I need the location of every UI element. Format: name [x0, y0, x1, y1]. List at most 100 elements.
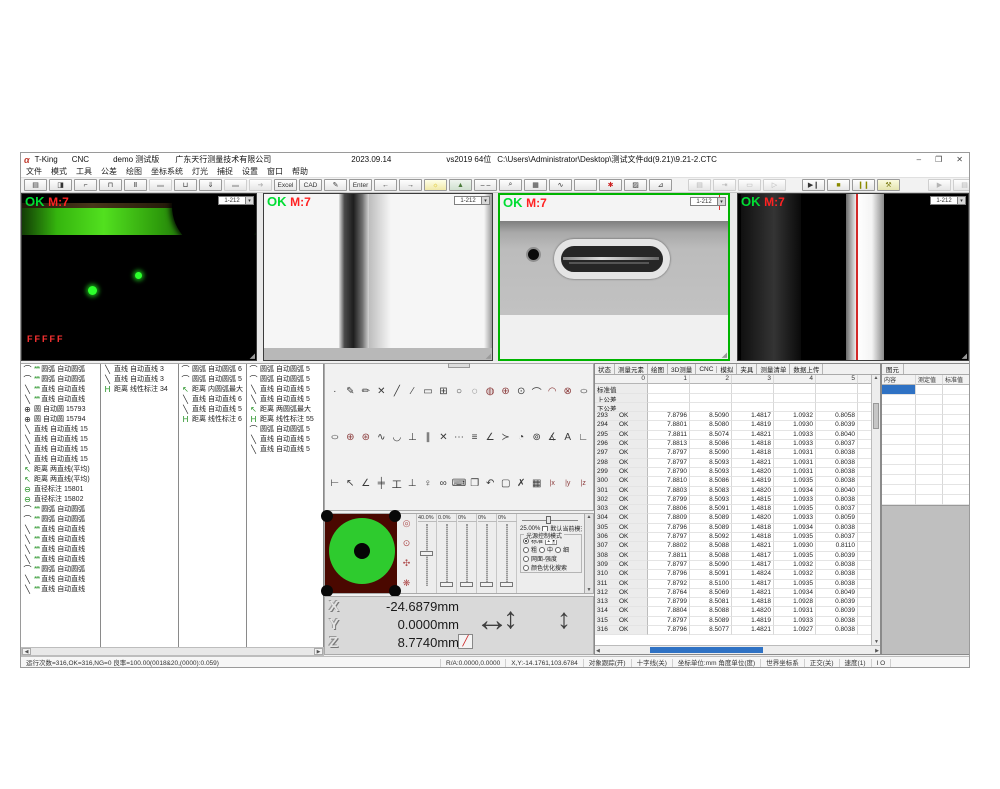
ellipse-tool[interactable]: ○ — [573, 384, 593, 398]
checker-button[interactable]: ▦ — [524, 179, 547, 191]
concentric-tool[interactable]: ⊚ — [530, 430, 544, 444]
table-row[interactable]: 311OK7.87928.51001.48171.09350.80381.098… — [595, 580, 871, 589]
table-row[interactable]: 314OK7.88048.50881.48201.09310.80391.098… — [595, 607, 871, 616]
table-row[interactable]: 299OK7.87908.50931.48201.09310.80381.098… — [595, 468, 871, 477]
list-item[interactable]: ⊕圆自动圆15793 — [21, 404, 100, 414]
table-row[interactable]: 297OK7.87978.50901.48181.09310.80381.098… — [595, 449, 871, 458]
table-row[interactable]: 313OK7.87998.50811.48181.09280.80391.098… — [595, 598, 871, 607]
menu-item[interactable]: 工具 — [76, 166, 92, 177]
camera-view-1[interactable]: FFFFFOK M:71-212▾◢ — [21, 193, 257, 361]
list-item[interactable]: ╲直线自动直线5 — [179, 404, 246, 414]
red-star-button[interactable]: ✱ — [599, 179, 622, 191]
undo-tool[interactable]: ↶ — [484, 476, 498, 490]
dither-button[interactable]: ▨ — [624, 179, 647, 191]
table-row[interactable]: 315OK7.87978.50891.48191.09330.80381.098… — [595, 617, 871, 626]
element-row[interactable] — [882, 405, 970, 415]
table-row[interactable]: 293OK7.87968.50901.48171.09320.80581.098… — [595, 412, 871, 421]
arc-tool[interactable]: ⌒ — [530, 384, 544, 398]
menu-item[interactable]: 文件 — [26, 166, 42, 177]
element-row[interactable] — [882, 455, 970, 465]
maximize-button[interactable]: ❐ — [935, 155, 942, 164]
ring-half-icon[interactable]: ⊙ — [403, 538, 411, 549]
stop-button[interactable]: ■ — [827, 179, 850, 191]
column-up-button[interactable]: Ⅱ — [124, 179, 147, 191]
list-item[interactable]: ╲直线自动直线15 — [21, 424, 100, 434]
list-item[interactable]: ⌒圆弧自动圆弧5 — [247, 374, 323, 384]
list-item[interactable]: ╲直线自动直线15 — [21, 454, 100, 464]
excel-export-button[interactable]: Excel — [274, 179, 297, 191]
h-distance-tool[interactable]: ⊢ — [328, 476, 342, 490]
calculator-tool[interactable]: ▦ — [530, 476, 544, 490]
circle-dot-tool[interactable]: ⊙ — [514, 384, 528, 398]
list-item[interactable]: ╲直线自动直线3 — [101, 374, 178, 384]
camera-zoom-select[interactable]: 1-212▾ — [690, 197, 726, 206]
play-gray-button[interactable]: ▷ — [763, 179, 786, 191]
close-button[interactable]: ✕ — [956, 155, 963, 164]
list-item[interactable]: ⌒***圆弧自动圆弧 — [21, 514, 100, 524]
circle-scan-tool[interactable]: ◌ — [468, 384, 482, 398]
list-item[interactable]: ╲直线自动直线6 — [179, 394, 246, 404]
ring-light-control[interactable] — [325, 514, 397, 593]
light-slider-3[interactable]: 0% — [457, 514, 477, 593]
probe-down-button[interactable]: ⊓ — [99, 179, 122, 191]
ring-quad-icon[interactable]: ✣ — [403, 558, 411, 569]
mode-option-radio[interactable] — [523, 547, 529, 553]
results-tab[interactable]: CNC — [696, 366, 717, 373]
list-item[interactable]: ⌒***圆弧自动圆弧 — [21, 564, 100, 574]
results-tab[interactable]: 3D测量 — [668, 364, 696, 374]
list-item[interactable]: ⌒***圆弧自动圆弧 — [21, 504, 100, 514]
camera-zoom-select[interactable]: 1-212▾ — [454, 196, 490, 205]
list-item[interactable]: ↖距离内圆弧最大 — [179, 384, 246, 394]
placeholder2-button[interactable]: ▬ — [224, 179, 247, 191]
column-down-button[interactable]: ⇓ — [199, 179, 222, 191]
datum-tool[interactable]: ⊥ — [406, 476, 420, 490]
minus-minus-button[interactable]: – – — [474, 179, 497, 191]
element-row[interactable] — [882, 385, 970, 395]
master-light-slider[interactable] — [520, 516, 582, 524]
folder-run-button[interactable]: ▭ — [738, 179, 761, 191]
closed-curve-tool[interactable]: ◡ — [390, 430, 404, 444]
circle-pattern-tool[interactable]: ⊕ — [344, 430, 358, 444]
hscroll-thumb[interactable] — [650, 647, 763, 653]
v-distance-tool[interactable]: ╪ — [375, 476, 389, 490]
i-distance-tool[interactable]: 工 — [390, 476, 404, 490]
delete-tool[interactable]: ✗ — [515, 476, 529, 490]
list-item[interactable]: H距离线性标注34 — [101, 384, 178, 394]
list-item[interactable]: ⌒***圆弧自动圆弧 — [21, 364, 100, 374]
axis-x-tool[interactable]: |x — [546, 476, 560, 490]
mode-option-radio[interactable] — [539, 547, 545, 553]
list-item[interactable]: H距离线性标注6 — [179, 414, 246, 424]
select-rect-tool[interactable]: ▢ — [499, 476, 513, 490]
light-slider-2[interactable]: 0.0% — [437, 514, 457, 593]
save-run-button[interactable]: ▤ — [688, 179, 711, 191]
circle-hatch-tool[interactable]: ◍ — [483, 384, 497, 398]
menu-item[interactable]: 捕捉 — [217, 166, 233, 177]
camera-zoom-select[interactable]: 1-212▾ — [218, 196, 254, 205]
angle-tool[interactable]: ∠ — [483, 430, 497, 444]
play2-button[interactable]: ▶ — [928, 179, 951, 191]
multi-point-tool[interactable]: ⋯ — [452, 430, 466, 444]
results-hscrollbar[interactable]: ◀ ▶ — [595, 645, 880, 654]
list-item[interactable]: ╲直线自动直线5 — [247, 394, 323, 404]
ring-all-icon[interactable]: ◎ — [403, 518, 411, 529]
circle-cross-tool[interactable]: ⊕ — [499, 384, 513, 398]
minimize-button[interactable]: – — [917, 155, 921, 164]
link-tool[interactable]: ∞ — [437, 476, 451, 490]
curve-tool[interactable]: ∿ — [375, 430, 389, 444]
scroll-right-button[interactable]: ▶ — [314, 648, 323, 655]
ring-seg-icon[interactable]: ❋ — [403, 578, 411, 589]
slider-thumb[interactable] — [500, 582, 513, 587]
table-row[interactable]: 316OK7.87968.50771.48211.09270.80381.098… — [595, 626, 871, 635]
line-scan-tool[interactable]: ∕ — [406, 384, 420, 398]
slider-thumb[interactable] — [460, 582, 473, 587]
run-tool-button[interactable]: ⚒ — [877, 179, 900, 191]
camera-view-3[interactable]: OK M:71-212▾◢ — [498, 193, 730, 361]
scroll-left-button[interactable]: ◀ — [22, 648, 31, 655]
pick-area-tool[interactable]: ✏ — [359, 384, 373, 398]
enter-button[interactable]: Enter — [349, 179, 372, 191]
mode-extra1-radio[interactable] — [523, 556, 529, 562]
menu-item[interactable]: 公差 — [101, 166, 117, 177]
pause-button[interactable]: ❙❙ — [852, 179, 875, 191]
list-item[interactable]: ╲***直线自动直线 — [21, 384, 100, 394]
list-item[interactable]: ╲***直线自动直线 — [21, 394, 100, 404]
